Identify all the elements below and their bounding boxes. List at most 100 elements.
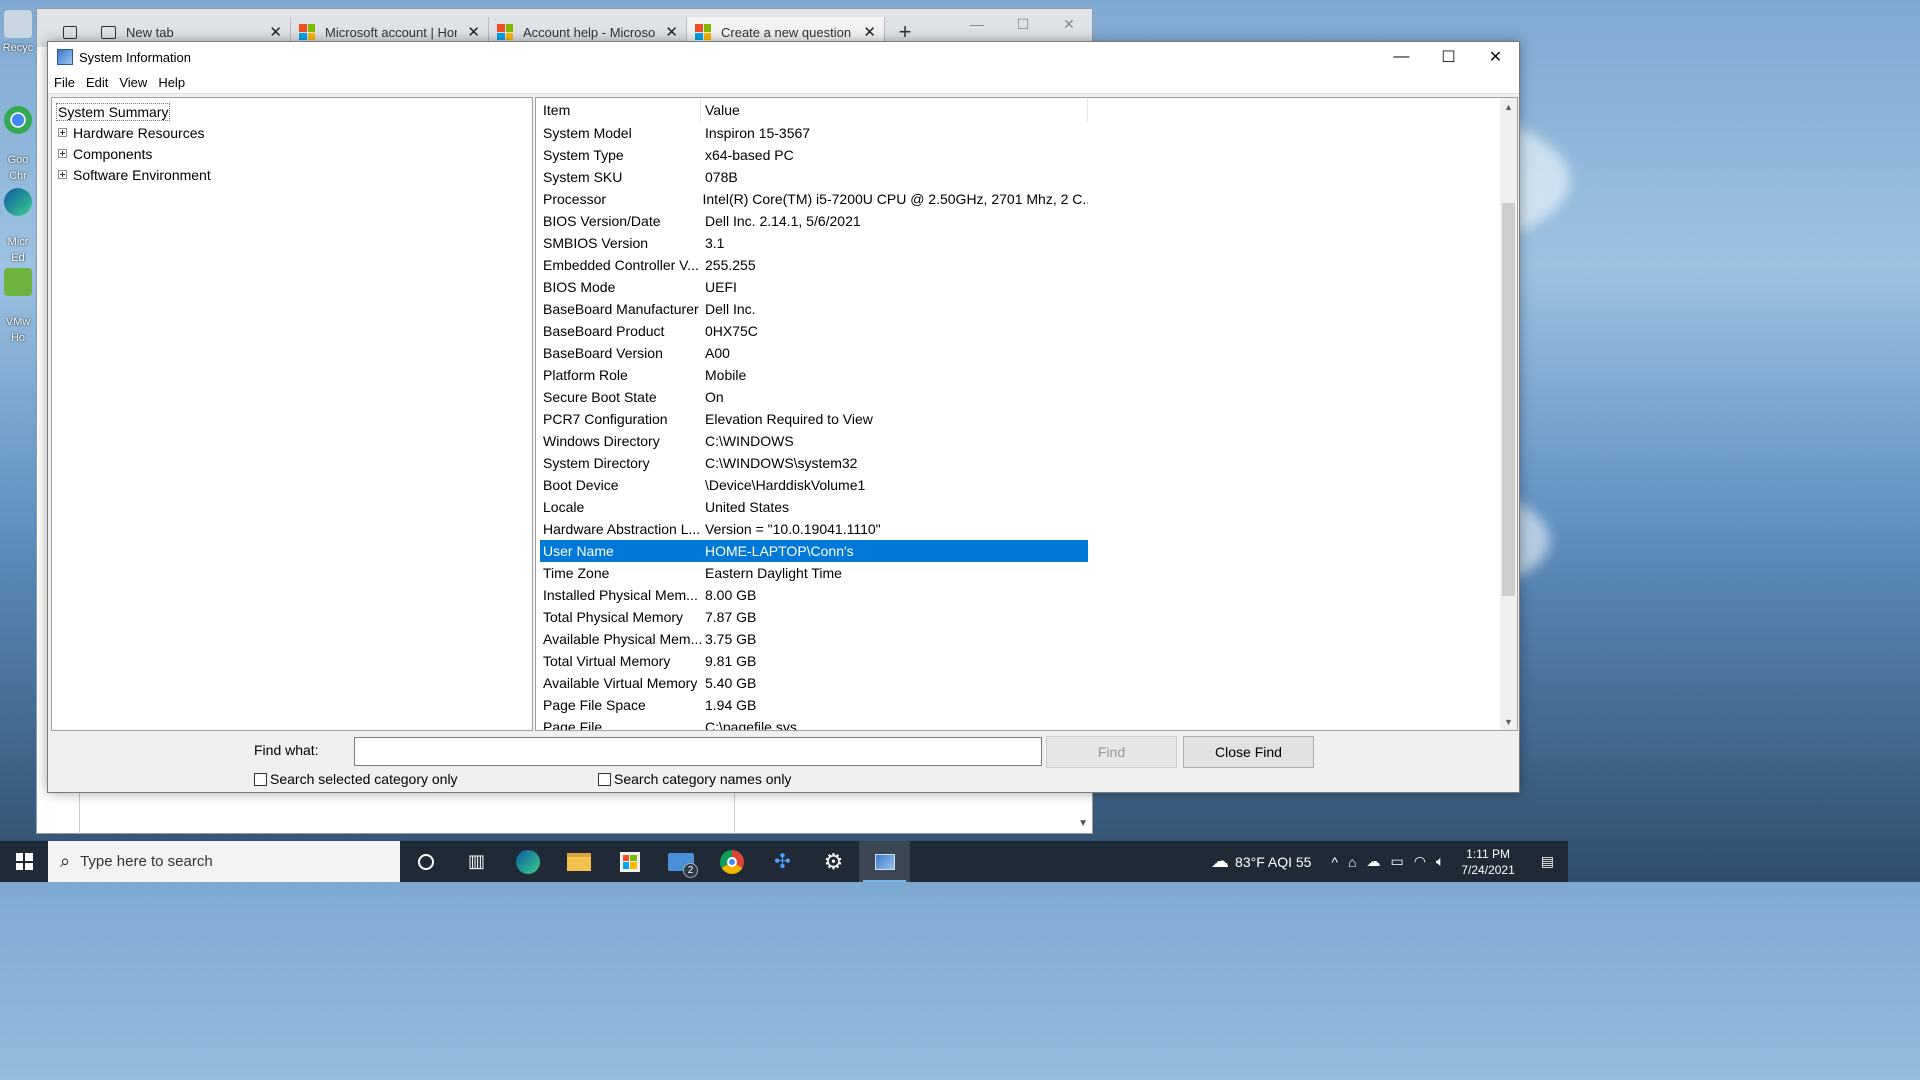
start-button[interactable] xyxy=(0,841,48,882)
table-row[interactable]: BIOS Mode UEFI xyxy=(540,276,1088,298)
taskbar-microsoft-store[interactable] xyxy=(604,841,655,882)
row-item-name: BaseBoard Manufacturer xyxy=(543,301,699,317)
cortana-button[interactable] xyxy=(400,841,451,882)
table-row[interactable]: System Type x64-based PC xyxy=(540,144,1088,166)
table-row[interactable]: System Directory C:\WINDOWS\system32 xyxy=(540,452,1088,474)
minimize-button[interactable]: — xyxy=(1378,42,1425,72)
menu-help[interactable]: Help xyxy=(154,75,189,90)
battery-icon[interactable]: ▭ xyxy=(1386,853,1409,870)
taskbar-system-information[interactable] xyxy=(859,841,910,882)
row-item-name: System Directory xyxy=(543,455,650,471)
onedrive-cloud-icon[interactable]: ☁ xyxy=(1362,853,1386,870)
volume-icon[interactable]: 🔈︎ xyxy=(1431,853,1449,870)
menu-view[interactable]: View xyxy=(115,75,151,90)
maximize-button[interactable]: ☐ xyxy=(1425,42,1472,72)
clock[interactable]: 1:11 PM 7/24/2021 xyxy=(1449,846,1526,878)
column-divider[interactable] xyxy=(700,98,701,122)
desktop-icon-chrome[interactable]: Goo Chr xyxy=(0,90,36,184)
scroll-down-arrow-icon[interactable]: ▼ xyxy=(1500,713,1517,730)
tree-item-label: Software Environment xyxy=(73,166,211,183)
table-row[interactable]: Locale United States xyxy=(540,496,1088,518)
table-row[interactable]: Windows Directory C:\WINDOWS xyxy=(540,430,1088,452)
task-view-button[interactable]: ▥ xyxy=(451,841,502,882)
table-row[interactable]: Hardware Abstraction L... Version = "10.0… xyxy=(540,518,1088,540)
table-row[interactable]: Available Physical Mem... 3.75 GB xyxy=(540,628,1088,650)
table-row[interactable]: BaseBoard Version A00 xyxy=(540,342,1088,364)
search-selected-category-checkbox[interactable]: Search selected category only xyxy=(254,771,458,787)
weather-widget[interactable]: ☁ 83°F AQI 55 xyxy=(1206,851,1316,872)
row-item-value: Dell Inc. xyxy=(705,301,756,317)
find-button[interactable]: Find xyxy=(1046,736,1177,768)
wifi-icon[interactable]: ◠ xyxy=(1409,853,1431,870)
table-row[interactable]: Processor Intel(R) Core(TM) i5-7200U CPU … xyxy=(540,188,1088,210)
menu-edit[interactable]: Edit xyxy=(82,75,112,90)
taskbar-mail[interactable]: 2 xyxy=(655,841,706,882)
table-row[interactable]: Embedded Controller V... 255.255 xyxy=(540,254,1088,276)
scroll-up-arrow-icon[interactable]: ▲ xyxy=(1500,98,1517,115)
table-row[interactable]: Secure Boot State On xyxy=(540,386,1088,408)
expand-plus-icon[interactable] xyxy=(58,149,67,158)
meet-now-icon[interactable]: ⌂ xyxy=(1343,854,1361,870)
taskbar-search-box[interactable]: ⌕ Type here to search xyxy=(48,841,400,882)
taskbar-settings[interactable]: ⚙ xyxy=(808,841,859,882)
table-row[interactable]: BaseBoard Product 0HX75C xyxy=(540,320,1088,342)
tree-item-system-summary[interactable]: System Summary xyxy=(52,101,532,122)
row-item-name: BIOS Version/Date xyxy=(543,213,661,229)
table-row[interactable]: Available Virtual Memory 5.40 GB xyxy=(540,672,1088,694)
row-item-value: 078B xyxy=(705,169,738,185)
table-row[interactable]: Total Virtual Memory 9.81 GB xyxy=(540,650,1088,672)
tree-item-hardware-resources[interactable]: Hardware Resources xyxy=(52,122,532,143)
table-row[interactable]: BaseBoard Manufacturer Dell Inc. xyxy=(540,298,1088,320)
tab-title: Account help - Microsof xyxy=(523,24,655,40)
tab-close-icon[interactable]: ✕ xyxy=(459,23,480,41)
row-item-value: \Device\HarddiskVolume1 xyxy=(705,477,866,493)
find-what-input[interactable] xyxy=(354,737,1042,766)
column-header-value[interactable]: Value xyxy=(700,102,740,118)
close-find-button[interactable]: Close Find xyxy=(1183,736,1314,768)
scroll-down-arrow-icon[interactable]: ▼ xyxy=(1078,818,1088,829)
table-row[interactable]: Boot Device \Device\HarddiskVolume1 xyxy=(540,474,1088,496)
table-row[interactable]: PCR7 Configuration Elevation Required to … xyxy=(540,408,1088,430)
taskbar-file-explorer[interactable] xyxy=(553,841,604,882)
taskbar-edge[interactable] xyxy=(502,841,553,882)
menu-file[interactable]: File xyxy=(50,75,79,90)
show-hidden-icons-chevron-icon[interactable]: ^ xyxy=(1326,854,1343,870)
tab-close-icon[interactable]: ✕ xyxy=(855,23,876,41)
expand-plus-icon[interactable] xyxy=(58,170,67,179)
notifications-icon[interactable]: ▤ xyxy=(1527,853,1568,870)
title-bar[interactable]: System Information — ☐ ✕ xyxy=(48,42,1519,72)
table-row[interactable]: Page File C:\pagefile.sys xyxy=(540,716,1088,730)
vertical-scrollbar[interactable]: ▲ ▼ xyxy=(1500,98,1517,730)
table-row[interactable]: System SKU 078B xyxy=(540,166,1088,188)
browser-maximize-button[interactable]: ☐ xyxy=(1000,9,1046,39)
table-row[interactable]: User Name HOME-LAPTOP\Conn's xyxy=(540,540,1088,562)
tab-close-icon[interactable]: ✕ xyxy=(261,23,282,41)
desktop-icon-recycle-bin[interactable]: Recyc xyxy=(0,10,36,56)
tree-item-software-environment[interactable]: Software Environment xyxy=(52,164,532,185)
store-bag-icon xyxy=(619,851,640,872)
scrollbar-thumb[interactable] xyxy=(1502,203,1515,596)
browser-minimize-button[interactable]: — xyxy=(954,9,1000,39)
table-row[interactable]: Page File Space 1.94 GB xyxy=(540,694,1088,716)
table-row[interactable]: BIOS Version/Date Dell Inc. 2.14.1, 5/6/2… xyxy=(540,210,1088,232)
column-header-item[interactable]: Item xyxy=(536,102,700,118)
browser-close-button[interactable]: ✕ xyxy=(1046,9,1092,39)
column-divider[interactable] xyxy=(1087,98,1088,122)
taskbar-app-network[interactable]: ✣ xyxy=(757,841,808,882)
checkbox-box[interactable] xyxy=(254,772,267,786)
table-row[interactable]: Total Physical Memory 7.87 GB xyxy=(540,606,1088,628)
table-row[interactable]: Time Zone Eastern Daylight Time xyxy=(540,562,1088,584)
tab-title: Microsoft account | Hon xyxy=(325,24,457,40)
table-row[interactable]: Installed Physical Mem... 8.00 GB xyxy=(540,584,1088,606)
expand-plus-icon[interactable] xyxy=(58,128,67,137)
taskbar-chrome[interactable] xyxy=(706,841,757,882)
search-category-names-checkbox[interactable]: Search category names only xyxy=(598,771,791,787)
table-row[interactable]: SMBIOS Version 3.1 xyxy=(540,232,1088,254)
table-row[interactable]: System Model Inspiron 15-3567 xyxy=(540,122,1088,144)
tree-item-components[interactable]: Components xyxy=(52,143,532,164)
tab-close-icon[interactable]: ✕ xyxy=(657,23,678,41)
desktop-icon-vmware[interactable]: VMw Ho xyxy=(0,252,36,346)
close-button[interactable]: ✕ xyxy=(1472,42,1519,72)
table-row[interactable]: Platform Role Mobile xyxy=(540,364,1088,386)
checkbox-box[interactable] xyxy=(598,772,611,786)
